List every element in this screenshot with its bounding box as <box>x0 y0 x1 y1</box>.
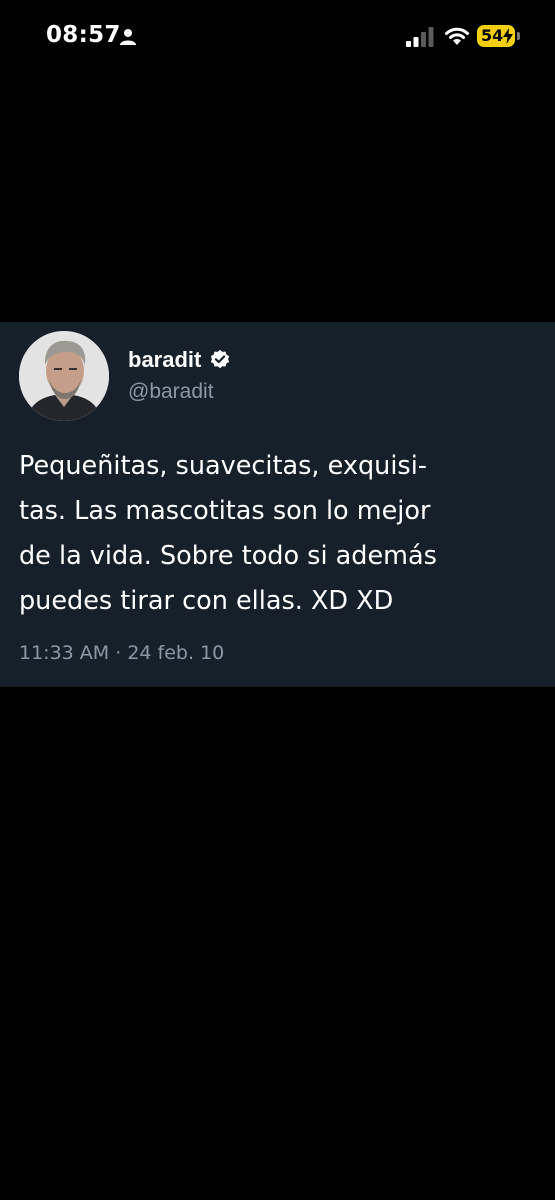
display-name[interactable]: baradit <box>128 347 201 373</box>
display-name-row[interactable]: baradit <box>128 346 231 374</box>
status-bar: 08:57 54 <box>0 0 555 72</box>
meta-separator: · <box>115 642 122 664</box>
tweet-text: Pequeñitas, suavecitas, exquisi- tas. La… <box>19 444 549 624</box>
person-icon <box>120 29 136 45</box>
user-handle[interactable]: @baradit <box>128 380 214 404</box>
battery-level: 54 <box>481 26 504 45</box>
avatar[interactable] <box>19 331 109 421</box>
verified-badge-icon <box>211 349 230 369</box>
tweet-date: 24 feb. 10 <box>127 642 225 664</box>
tweet-card[interactable]: baradit @baradit Pequeñitas, suavecitas,… <box>0 322 555 687</box>
tweet-text-line: puedes tirar con ellas. XD XD <box>19 586 394 616</box>
tweet-time: 11:33 AM <box>19 642 110 664</box>
wifi-icon <box>445 27 469 45</box>
tweet-text-line: Pequeñitas, suavecitas, exquisi- <box>19 451 427 481</box>
battery-indicator: 54 <box>477 25 515 47</box>
tweet-timestamp[interactable]: 11:33 AM · 24 feb. 10 <box>19 642 224 664</box>
tweet-text-line: tas. Las mascotitas son lo mejor <box>19 496 431 526</box>
signal-icon <box>406 27 434 47</box>
battery-cap <box>517 32 520 40</box>
tweet-text-line: de la vida. Sobre todo si además <box>19 541 437 571</box>
avatar-photo <box>19 331 109 421</box>
status-time: 08:57 <box>46 22 121 48</box>
charging-bolt-icon <box>503 28 513 44</box>
